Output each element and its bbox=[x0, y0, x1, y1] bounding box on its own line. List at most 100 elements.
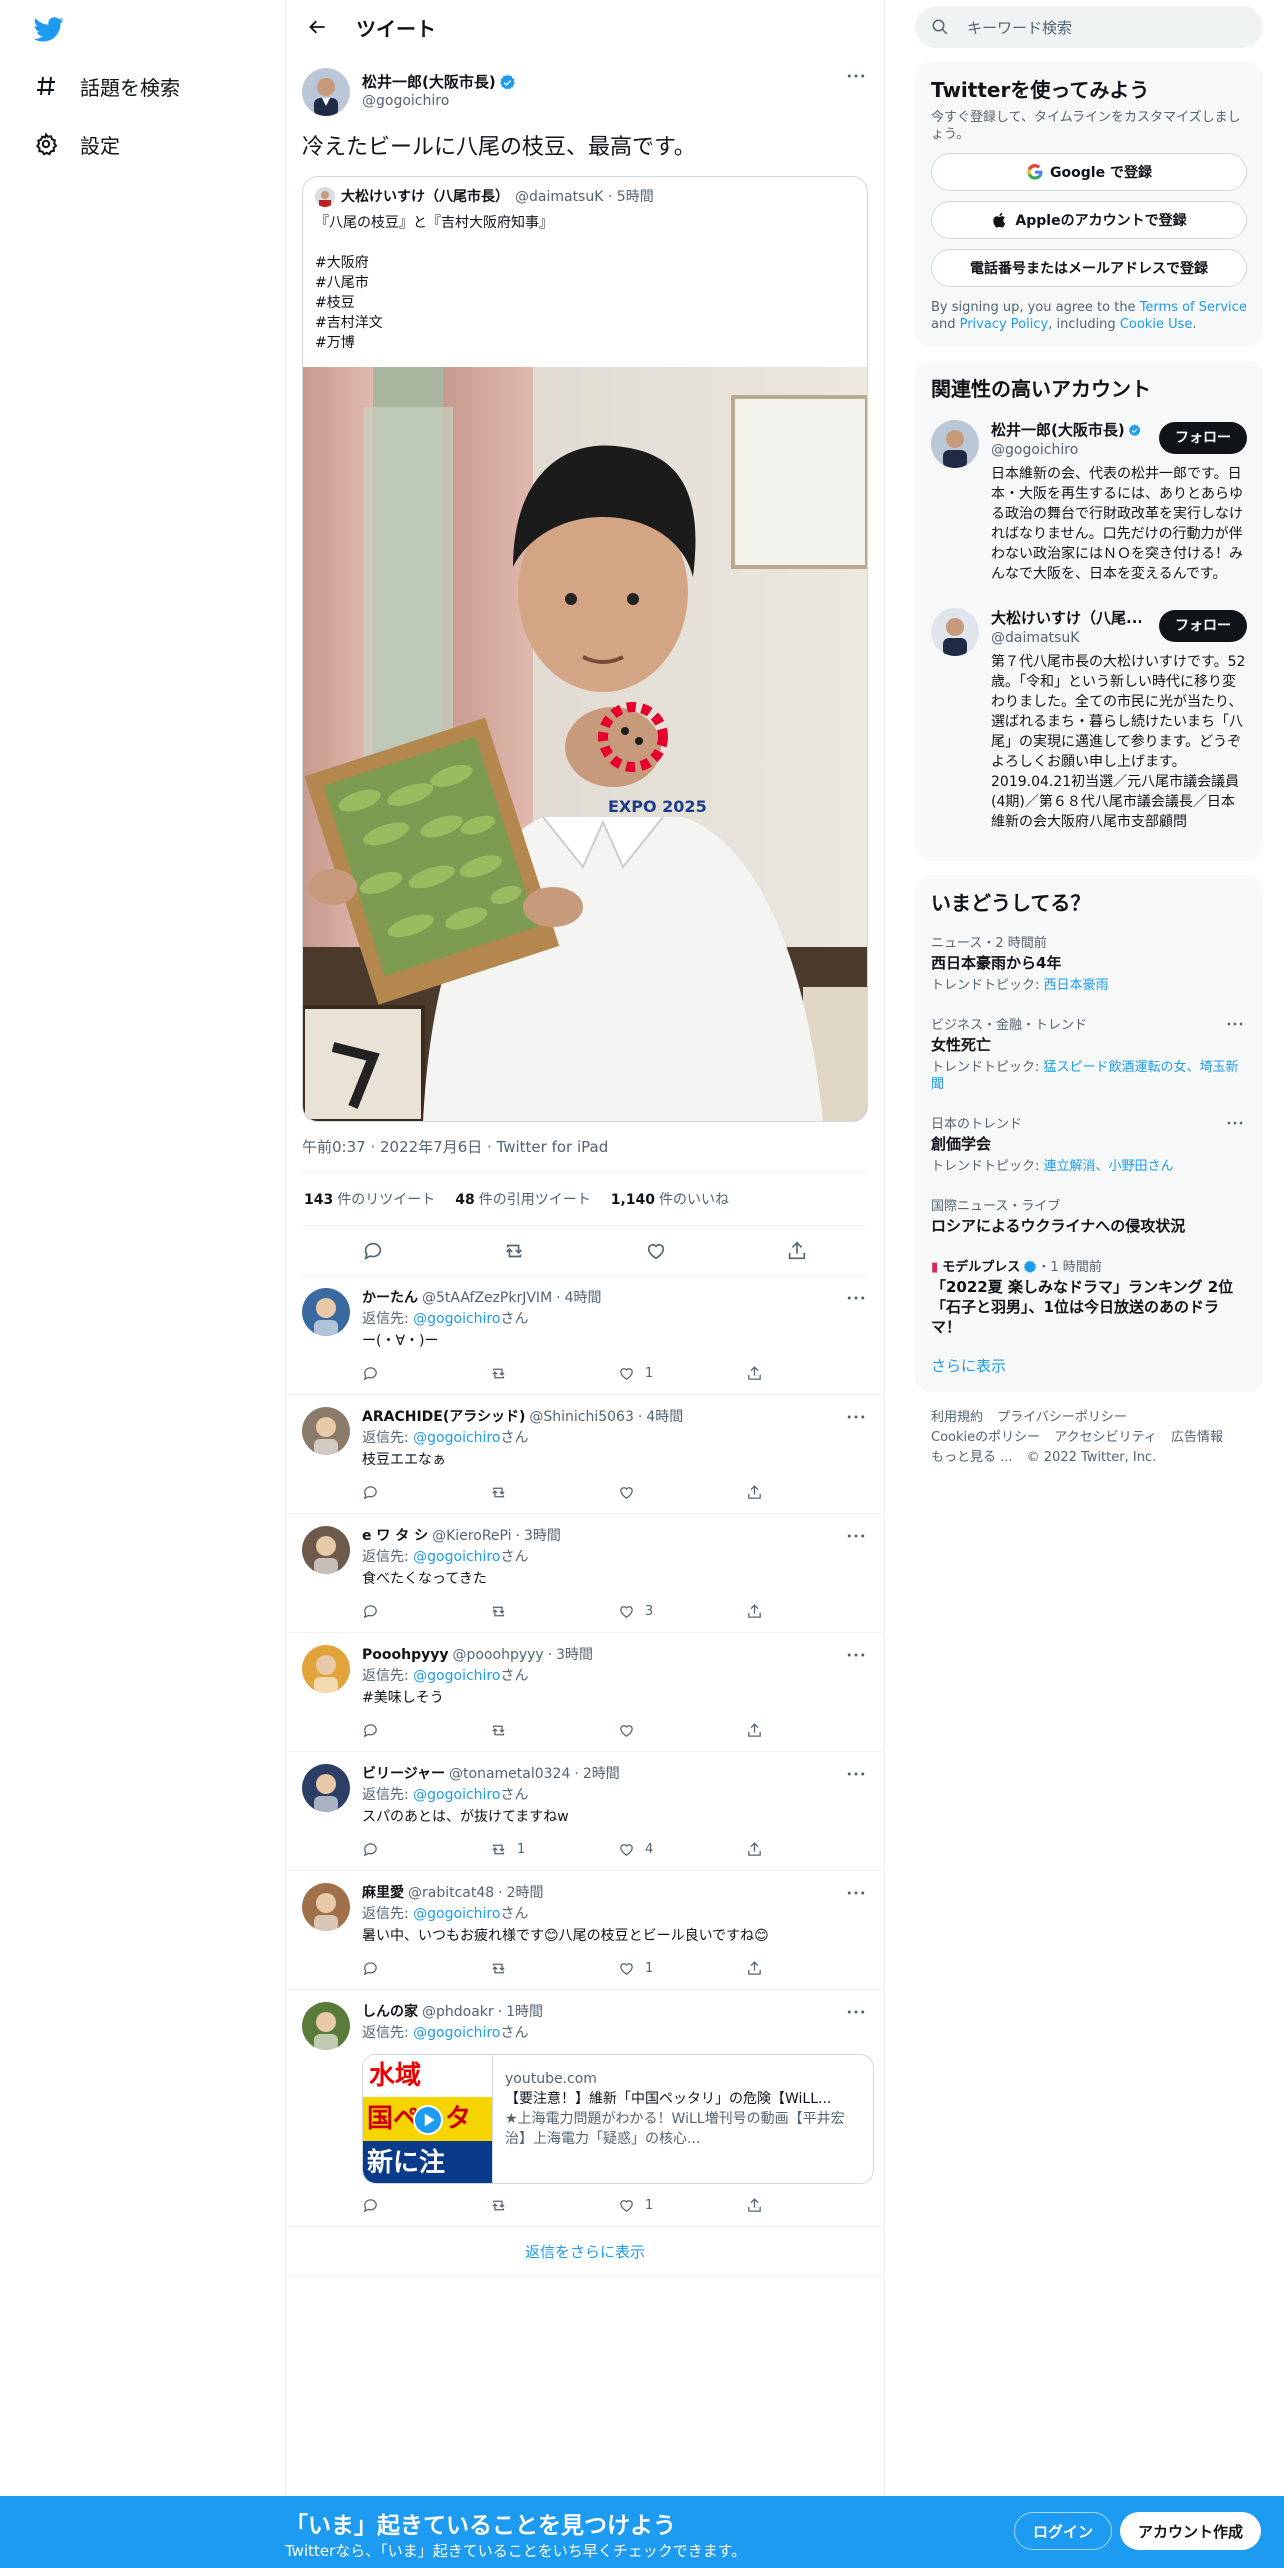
like-button[interactable]: 3 bbox=[618, 1601, 746, 1622]
quotes-stat[interactable]: 48 件の引用ツイート bbox=[455, 1189, 590, 1209]
reply-author-handle[interactable]: @phdoakr bbox=[422, 2002, 494, 2023]
trends-show-more[interactable]: さらに表示 bbox=[915, 1347, 1263, 1392]
back-arrow-icon[interactable] bbox=[300, 9, 336, 45]
footer-privacy[interactable]: プライバシーポリシー bbox=[997, 1410, 1127, 1425]
privacy-link[interactable]: Privacy Policy bbox=[960, 317, 1049, 332]
author-handle[interactable]: @gogoichiro bbox=[362, 92, 516, 111]
like-button[interactable]: 1 bbox=[618, 1958, 746, 1979]
quote-photo[interactable]: EXPO 2025 bbox=[303, 367, 867, 1121]
reply-author-handle[interactable]: @rabitcat48 bbox=[408, 1883, 494, 1904]
reply-tweet[interactable]: ARACHIDE(アラシッド) @Shinichi5063 · 4時間 返信先:… bbox=[286, 1395, 884, 1514]
more-options-icon[interactable] bbox=[844, 1407, 868, 1427]
footer-more[interactable]: もっと見る ... bbox=[931, 1450, 1013, 1465]
quoted-tweet[interactable]: 大松けいすけ（八尾市長） @daimatsuK · 5時間 『八尾の枝豆』と『吉… bbox=[302, 176, 868, 1122]
reply-tweet[interactable]: かーたん @5tAAfZezPkrJVIM · 4時間 返信先: @gogoic… bbox=[286, 1276, 884, 1395]
create-account-button[interactable]: アカウント作成 bbox=[1120, 2512, 1262, 2550]
more-options-icon[interactable] bbox=[844, 1645, 868, 1665]
retweet-button[interactable] bbox=[490, 2197, 618, 2214]
avatar[interactable] bbox=[302, 1407, 350, 1455]
avatar[interactable] bbox=[931, 420, 979, 468]
show-more-replies-button[interactable]: 返信をさらに表示 bbox=[286, 2227, 884, 2277]
share-button[interactable] bbox=[746, 2197, 874, 2214]
more-options-icon[interactable] bbox=[1223, 1014, 1247, 1034]
reply-author-handle[interactable]: @Shinichi5063 bbox=[529, 1407, 634, 1428]
share-button[interactable] bbox=[746, 1960, 874, 1977]
reply-tweet[interactable]: Pooohpyyy @pooohpyyy · 3時間 返信先: @gogoich… bbox=[286, 1633, 884, 1752]
account-handle[interactable]: @daimatsuK bbox=[991, 628, 1141, 648]
more-options-icon[interactable] bbox=[1223, 1113, 1247, 1133]
cookie-link[interactable]: Cookie Use bbox=[1120, 317, 1193, 332]
reply-author-handle[interactable]: @tonametal0324 bbox=[449, 1764, 570, 1785]
more-options-icon[interactable] bbox=[844, 1288, 868, 1308]
link-card[interactable]: 水域 国ペッタ 新に注 youtube.com 【要注意！】維新「中国ペッタリ」… bbox=[362, 2054, 874, 2184]
like-button[interactable]: 4 bbox=[618, 1839, 746, 1860]
more-options-icon[interactable] bbox=[844, 2002, 868, 2022]
reply-button[interactable] bbox=[362, 2197, 490, 2214]
reply-author-name[interactable]: かーたん bbox=[362, 1288, 418, 1309]
share-button[interactable] bbox=[746, 1484, 874, 1501]
reply-author-name[interactable]: ARACHIDE(アラシッド) bbox=[362, 1407, 525, 1428]
footer-terms[interactable]: 利用規約 bbox=[931, 1410, 983, 1425]
reply-time[interactable]: 4時間 bbox=[646, 1407, 683, 1428]
reply-time[interactable]: 2時間 bbox=[507, 1883, 544, 1904]
like-button[interactable]: 1 bbox=[618, 1363, 746, 1384]
reply-author-name[interactable]: 麻里愛 bbox=[362, 1883, 404, 1904]
reply-button[interactable] bbox=[362, 1960, 490, 1977]
footer-ads[interactable]: 広告情報 bbox=[1171, 1430, 1223, 1445]
footer-access[interactable]: アクセシビリティ bbox=[1054, 1430, 1157, 1445]
like-button[interactable] bbox=[618, 1722, 746, 1739]
reply-author-handle[interactable]: @pooohpyyy bbox=[452, 1645, 543, 1666]
related-account[interactable]: 大松けいすけ（八尾... @daimatsuK フォロー 第７代八尾市長の大松け… bbox=[915, 596, 1263, 844]
reply-to-handle[interactable]: @gogoichiro bbox=[413, 1311, 500, 1327]
retweet-button[interactable] bbox=[490, 1484, 618, 1501]
more-options-icon[interactable] bbox=[844, 66, 868, 86]
avatar[interactable] bbox=[302, 2002, 350, 2050]
like-icon[interactable] bbox=[645, 1240, 667, 1262]
reply-button[interactable] bbox=[362, 1722, 490, 1739]
avatar[interactable] bbox=[302, 1288, 350, 1336]
retweet-button[interactable] bbox=[490, 1365, 618, 1382]
reply-to-handle[interactable]: @gogoichiro bbox=[413, 1549, 500, 1565]
retweet-button[interactable] bbox=[490, 1960, 618, 1977]
follow-button[interactable]: フォロー bbox=[1159, 610, 1247, 642]
reply-to-handle[interactable]: @gogoichiro bbox=[413, 1668, 500, 1684]
reply-icon[interactable] bbox=[362, 1240, 384, 1262]
share-button[interactable] bbox=[746, 1603, 874, 1620]
reply-time[interactable]: 3時間 bbox=[524, 1526, 561, 1547]
footer-cookie[interactable]: Cookieのポリシー bbox=[931, 1430, 1040, 1445]
twitter-logo-icon[interactable] bbox=[34, 14, 64, 44]
avatar[interactable] bbox=[302, 1883, 350, 1931]
account-handle[interactable]: @gogoichiro bbox=[991, 440, 1141, 460]
share-button[interactable] bbox=[746, 1722, 874, 1739]
follow-button[interactable]: フォロー bbox=[1159, 422, 1247, 454]
trend-item[interactable]: ビジネス・金融・トレンド 女性死亡 トレンドトピック: 猛スピード飲酒運転の女、埼玉… bbox=[915, 1004, 1263, 1103]
trend-item[interactable]: 日本のトレンド 創価学会 トレンドトピック: 連立解消、小野田さん bbox=[915, 1103, 1263, 1185]
retweet-button[interactable] bbox=[490, 1722, 618, 1739]
reply-time[interactable]: 2時間 bbox=[583, 1764, 620, 1785]
like-button[interactable] bbox=[618, 1484, 746, 1501]
reply-button[interactable] bbox=[362, 1484, 490, 1501]
reply-author-handle[interactable]: @5tAAfZezPkrJVIM bbox=[422, 1288, 552, 1309]
reply-author-name[interactable]: e ワ タ シ bbox=[362, 1526, 428, 1547]
reply-author-name[interactable]: ビリージャー bbox=[362, 1764, 445, 1785]
reply-time[interactable]: 4時間 bbox=[565, 1288, 602, 1309]
author-name[interactable]: 松井一郎(大阪市長) bbox=[362, 73, 496, 92]
account-name[interactable]: 松井一郎(大阪市長) bbox=[991, 420, 1141, 440]
avatar[interactable] bbox=[302, 68, 350, 116]
nav-explore[interactable]: 話題を検索 bbox=[34, 66, 180, 106]
reply-author-handle[interactable]: @KieroRePi bbox=[432, 1526, 511, 1547]
reply-tweet[interactable]: e ワ タ シ @KieroRePi · 3時間 返信先: @gogoichir… bbox=[286, 1514, 884, 1633]
login-button[interactable]: ログイン bbox=[1014, 2512, 1113, 2550]
tweet-timestamp[interactable]: 午前0:37 · 2022年7月6日 · Twitter for iPad bbox=[302, 1122, 868, 1172]
reply-button[interactable] bbox=[362, 1365, 490, 1382]
retweet-icon[interactable] bbox=[503, 1240, 525, 1262]
share-button[interactable] bbox=[746, 1841, 874, 1858]
reply-to-handle[interactable]: @gogoichiro bbox=[413, 1906, 500, 1922]
account-name[interactable]: 大松けいすけ（八尾... bbox=[991, 608, 1141, 628]
avatar[interactable] bbox=[302, 1764, 350, 1812]
trend-item[interactable]: 国際ニュース・ライブ ロシアによるウクライナへの侵攻状況 bbox=[915, 1185, 1263, 1246]
reply-tweet[interactable]: 麻里愛 @rabitcat48 · 2時間 返信先: @gogoichiroさん… bbox=[286, 1871, 884, 1990]
reply-time[interactable]: 1時間 bbox=[506, 2002, 543, 2023]
reply-time[interactable]: 3時間 bbox=[556, 1645, 593, 1666]
related-account[interactable]: 松井一郎(大阪市長) @gogoichiro フォロー 日本維新の会、代表の松井… bbox=[915, 408, 1263, 596]
